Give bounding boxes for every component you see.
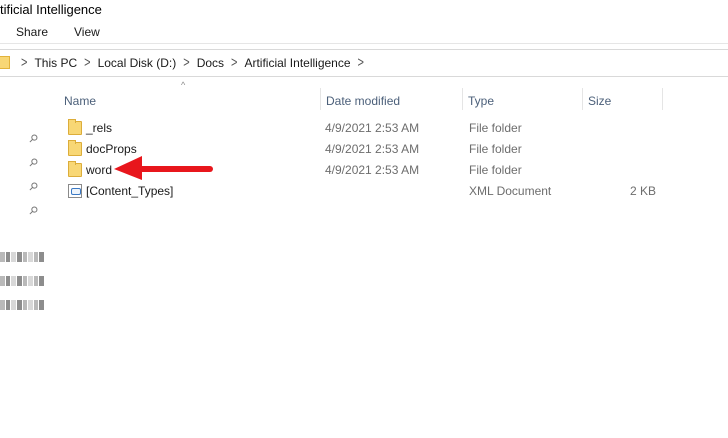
breadcrumb-docs[interactable]: Docs: [197, 56, 224, 70]
chevron-right-icon[interactable]: >: [358, 55, 364, 71]
column-header-label: Type: [468, 94, 495, 108]
pixelated-nav-item: [0, 276, 44, 286]
title-bar: tificial Intelligence: [0, 0, 728, 20]
navigation-pane: ⚲ ⚲ ⚲ ⚲: [0, 78, 46, 438]
column-header-name[interactable]: Name: [58, 88, 320, 118]
file-name: word: [86, 163, 113, 177]
breadcrumb-this-pc[interactable]: This PC: [34, 56, 77, 70]
pin-icon[interactable]: ⚲: [23, 153, 43, 173]
file-row[interactable]: [Content_Types] XML Document 2 KB: [48, 181, 728, 202]
folder-icon: [68, 161, 82, 177]
column-divider[interactable]: [662, 88, 663, 110]
file-name: [Content_Types]: [86, 184, 174, 198]
file-size: 2 KB: [629, 184, 656, 198]
breadcrumb-local-disk[interactable]: Local Disk (D:): [98, 56, 177, 70]
chevron-right-icon[interactable]: >: [231, 55, 237, 71]
xml-document-icon: [68, 184, 82, 198]
pixelated-nav-item: [0, 252, 44, 262]
breadcrumb-artificial-intelligence[interactable]: Artificial Intelligence: [244, 56, 350, 70]
chevron-right-icon[interactable]: >: [183, 55, 189, 71]
file-date: 4/9/2021 2:53 AM: [325, 142, 420, 156]
column-header-type[interactable]: Type: [462, 88, 582, 118]
file-row[interactable]: _rels 4/9/2021 2:53 AM File folder: [48, 118, 728, 139]
annotation-arrow-icon: [114, 156, 213, 180]
chevron-right-icon[interactable]: >: [84, 55, 90, 71]
file-date: 4/9/2021 2:53 AM: [325, 121, 420, 135]
column-header-date-modified[interactable]: Date modified: [320, 88, 462, 118]
column-header-label: Name: [64, 94, 97, 108]
ribbon: Share View: [0, 20, 728, 44]
column-header-label: Size: [588, 94, 612, 108]
pin-icon[interactable]: ⚲: [23, 201, 43, 221]
pixelated-nav-item: [0, 300, 44, 310]
tab-share[interactable]: Share: [16, 25, 48, 39]
file-name: _rels: [86, 121, 113, 135]
pin-icon[interactable]: ⚲: [23, 177, 43, 197]
file-date: 4/9/2021 2:53 AM: [325, 163, 420, 177]
file-type: File folder: [469, 142, 522, 156]
window-title: tificial Intelligence: [0, 2, 102, 17]
chevron-right-icon[interactable]: >: [21, 55, 27, 71]
folder-icon: [68, 140, 82, 156]
folder-icon: [0, 56, 10, 69]
file-type: File folder: [469, 121, 522, 135]
file-type: XML Document: [469, 184, 552, 198]
file-type: File folder: [469, 163, 522, 177]
column-header-size[interactable]: Size: [582, 88, 662, 118]
pin-icon[interactable]: ⚲: [23, 129, 43, 149]
tab-view[interactable]: View: [74, 25, 100, 39]
file-list: ^ Name Date modified Type Size _rels 4/9…: [48, 78, 728, 438]
breadcrumb: > This PC > Local Disk (D:) > Docs > Art…: [14, 55, 371, 71]
address-bar[interactable]: > This PC > Local Disk (D:) > Docs > Art…: [0, 49, 728, 77]
folder-icon: [68, 119, 82, 135]
column-header-label: Date modified: [326, 94, 401, 108]
